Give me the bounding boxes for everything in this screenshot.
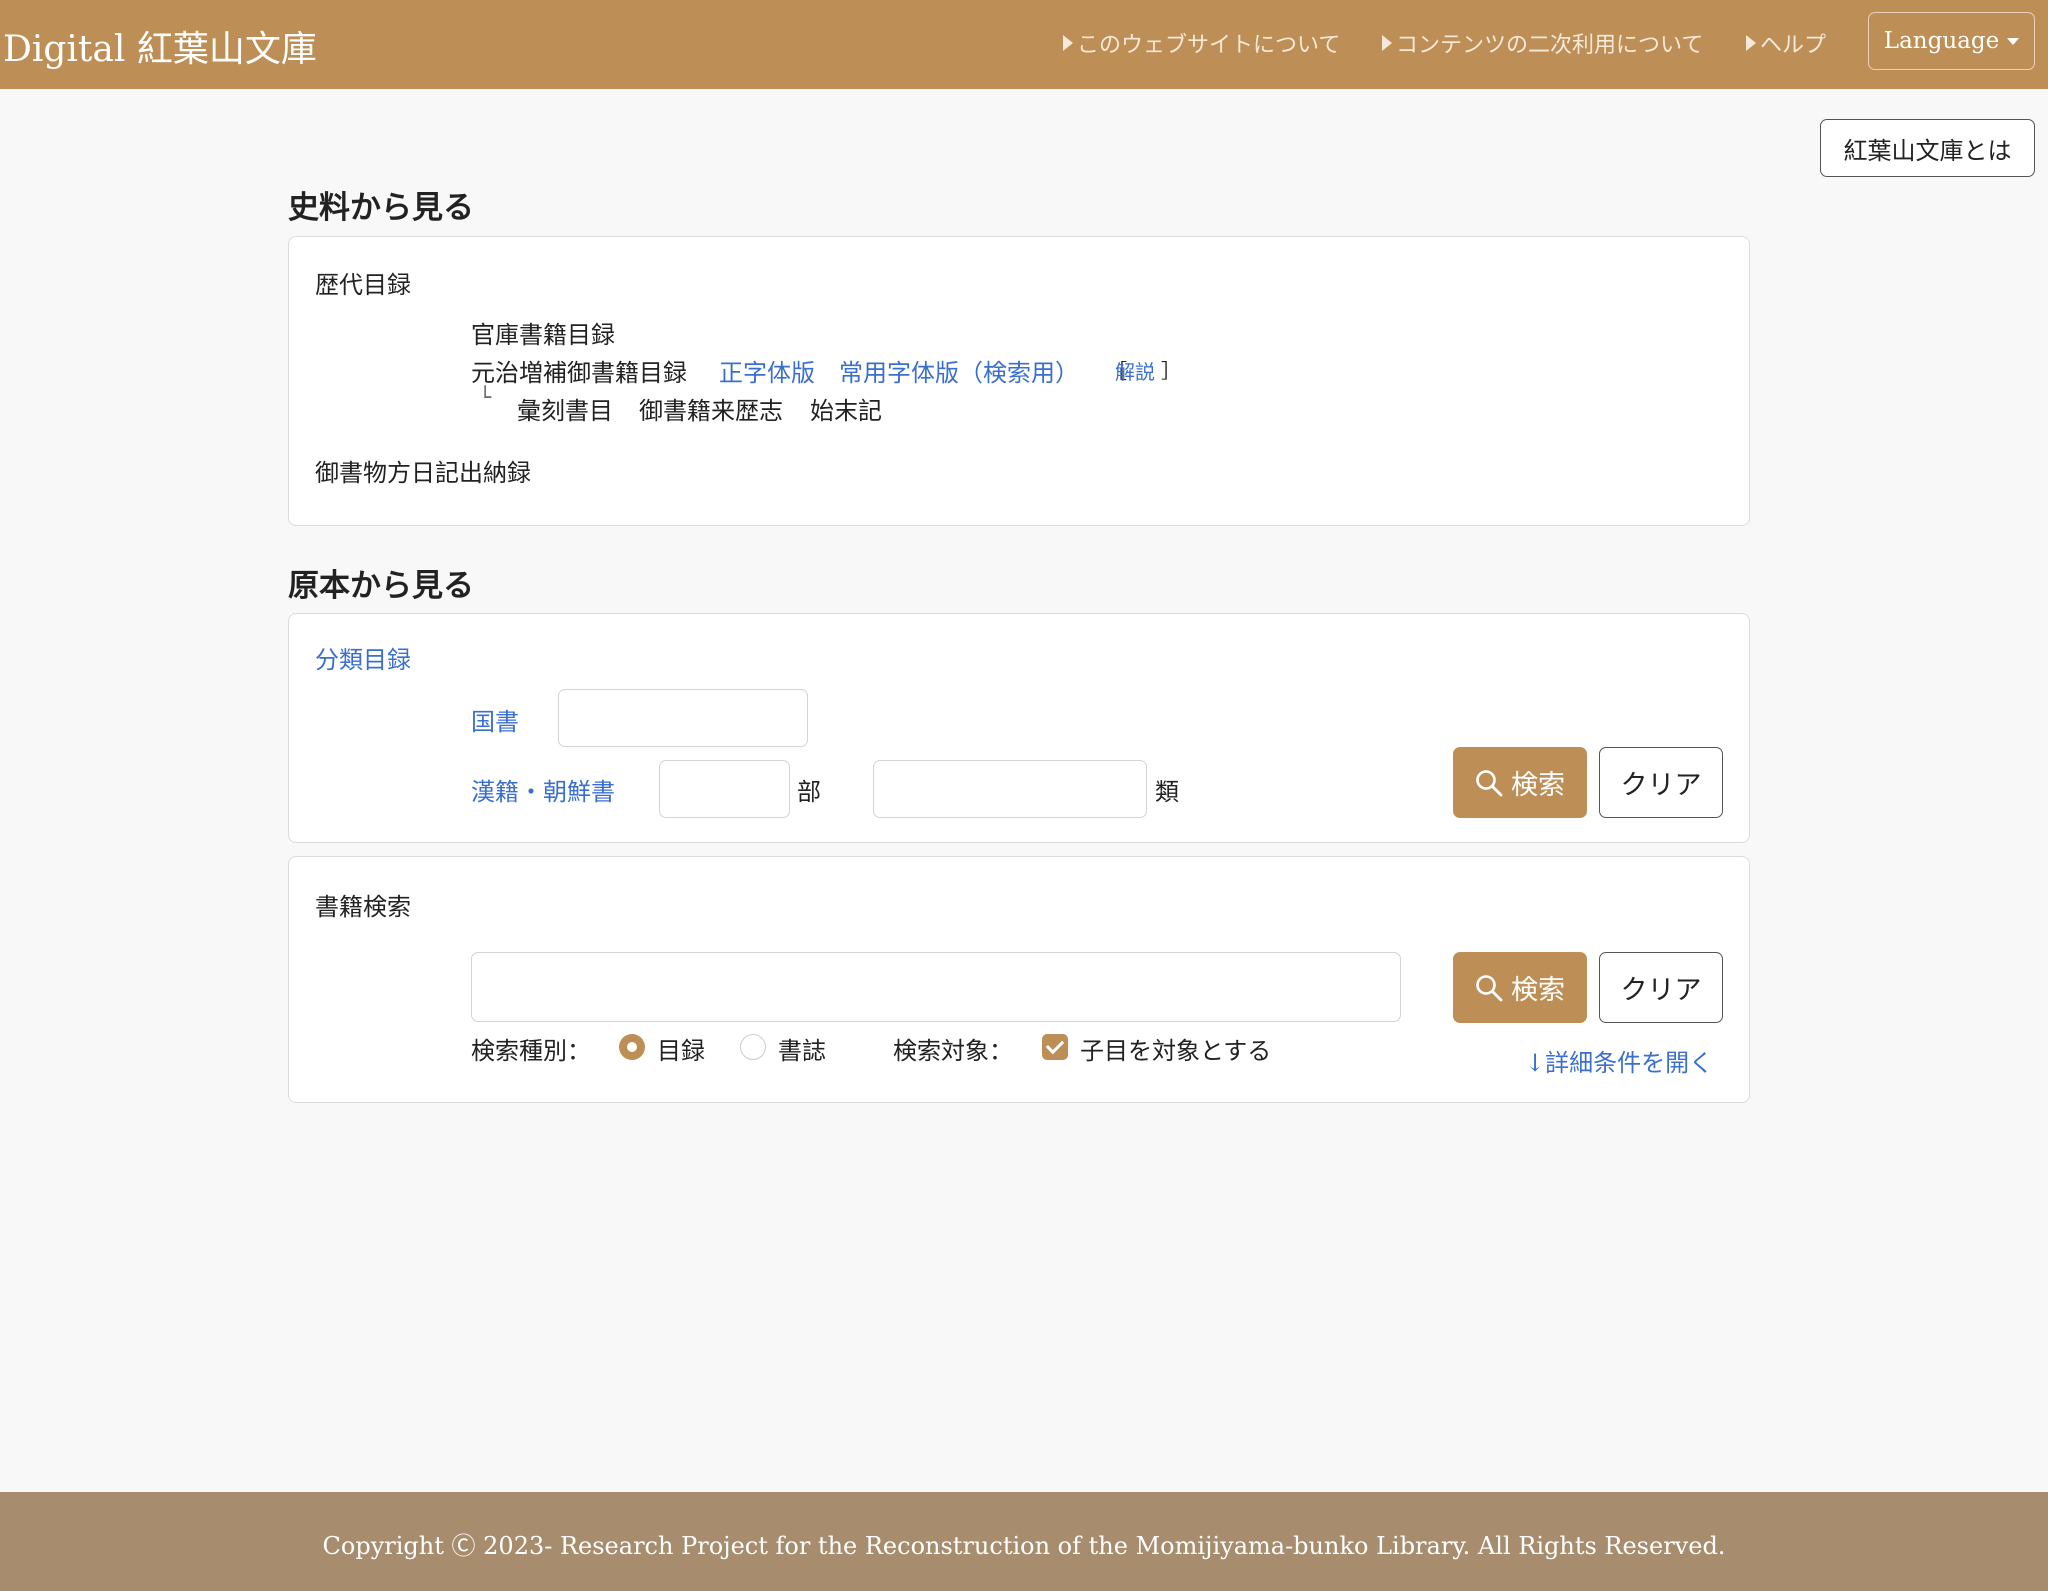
link-kokusho[interactable]: 国書	[471, 702, 519, 737]
link-joyo-version[interactable]: 常用字体版（検索用）	[839, 353, 1079, 388]
nav-link-about-site[interactable]: このウェブサイトについて	[1063, 27, 1340, 59]
link-kanseki[interactable]: 漢籍・朝鮮書	[471, 772, 615, 807]
shiryo-card: 歴代目録 官庫書籍目録 元治増補御書籍目録 正字体版 常用字体版（検索用） ［ …	[288, 236, 1750, 526]
caret-right-icon	[1746, 35, 1756, 51]
book-search-clear-button[interactable]: クリア	[1599, 952, 1723, 1023]
copyright-text: Copyright Ⓒ 2023- Research Project for t…	[322, 1532, 1726, 1560]
sub-catalog: 始末記	[810, 397, 882, 425]
bu-input[interactable]	[659, 760, 790, 818]
section-title-shiryo: 史料から見る	[288, 190, 474, 226]
link-commentary[interactable]: 解説	[1115, 356, 1155, 385]
radio-bibliography-label[interactable]: 書誌	[778, 1031, 826, 1066]
radio-bibliography[interactable]	[740, 1034, 766, 1060]
sub-catalog: 御書籍来歴志	[639, 397, 783, 425]
search-type-label: 検索種別：	[471, 1037, 591, 1065]
rui-input[interactable]	[873, 760, 1147, 818]
top-navbar: Digital 紅葉山文庫 このウェブサイトについて コンテンツの二次利用につい…	[0, 0, 2048, 89]
classification-clear-button[interactable]: クリア	[1599, 747, 1723, 818]
nav-link-label: ヘルプ	[1760, 33, 1827, 58]
classification-search-button[interactable]: 検索	[1453, 747, 1587, 818]
site-brand[interactable]: Digital 紅葉山文庫	[3, 20, 317, 72]
classification-card: 分類目録 国書 漢籍・朝鮮書 部 類 検索 クリア	[288, 613, 1750, 843]
link-seiji-version[interactable]: 正字体版	[719, 353, 815, 388]
radio-catalog[interactable]	[619, 1034, 645, 1060]
search-target-label: 検索対象：	[893, 1037, 1013, 1065]
sub-catalog: 彙刻書目	[517, 397, 613, 425]
kokusho-input[interactable]	[558, 689, 808, 747]
catalog-genji: 元治増補御書籍目録	[471, 359, 687, 387]
book-search-button[interactable]: 検索	[1453, 952, 1587, 1023]
note-bracket-close: ］	[1161, 359, 1181, 383]
catalog-kanko: 官庫書籍目録	[471, 321, 615, 349]
rui-label: 類	[1155, 778, 1179, 806]
search-icon	[1476, 769, 1503, 796]
book-search-input[interactable]	[471, 952, 1401, 1022]
caret-right-icon	[1382, 35, 1392, 51]
search-button-label: 検索	[1511, 770, 1565, 801]
catalog-gosho-nikki: 御書物方日記出納録	[315, 459, 531, 487]
nav-link-help[interactable]: ヘルプ	[1746, 27, 1826, 59]
checkbox-include-subitems-label[interactable]: 子目を対象とする	[1080, 1031, 1271, 1066]
link-classification-catalog[interactable]: 分類目録	[315, 640, 411, 675]
chevron-down-icon	[2007, 37, 2020, 45]
radio-catalog-label[interactable]: 目録	[657, 1031, 705, 1066]
about-library-button[interactable]: 紅葉山文庫とは	[1820, 119, 2035, 177]
advanced-search-toggle[interactable]: ↓詳細条件を開く	[1525, 1043, 1713, 1078]
bu-label: 部	[797, 778, 821, 806]
search-button-label: 検索	[1511, 975, 1565, 1006]
search-icon	[1476, 974, 1503, 1001]
nav-link-reuse[interactable]: コンテンツの二次利用について	[1382, 27, 1703, 59]
nav-link-label: コンテンツの二次利用について	[1396, 33, 1704, 58]
nav-link-label: このウェブサイトについて	[1077, 33, 1341, 58]
checkbox-include-subitems[interactable]	[1042, 1034, 1068, 1060]
tree-branch-mark: └	[479, 385, 492, 409]
group-label-rekidai: 歴代目録	[315, 271, 411, 299]
language-dropdown[interactable]: Language	[1868, 12, 2035, 70]
book-search-card: 書籍検索 検索 クリア 検索種別： 目録 書誌 検索対象： 子目を対象とする ↓…	[288, 856, 1750, 1103]
language-label: Language	[1883, 28, 2000, 54]
section-title-genpon: 原本から見る	[288, 568, 474, 604]
caret-right-icon	[1063, 35, 1073, 51]
footer: Copyright Ⓒ 2023- Research Project for t…	[0, 1492, 2048, 1591]
book-search-heading: 書籍検索	[315, 893, 411, 921]
